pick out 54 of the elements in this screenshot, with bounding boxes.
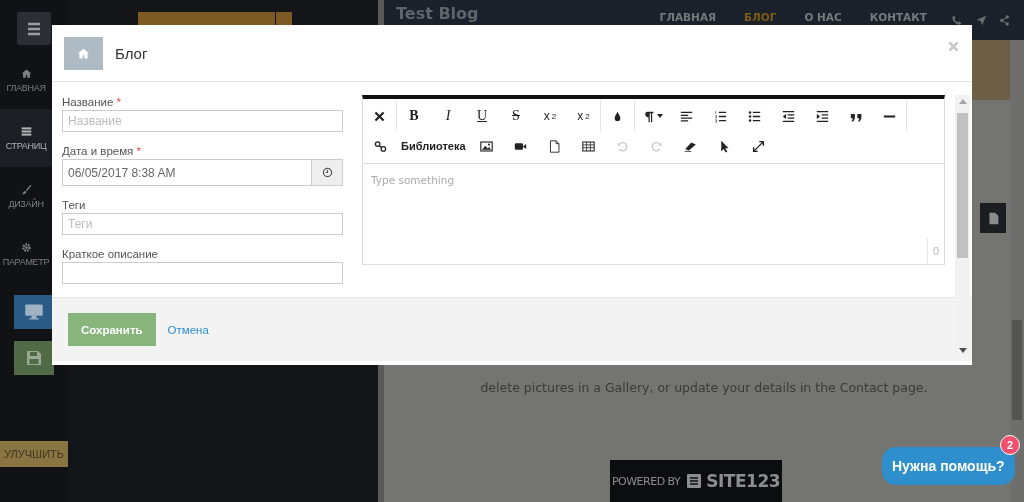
required-mark: * [136, 144, 141, 157]
home-icon [77, 46, 90, 60]
format-button[interactable]: S [499, 101, 533, 131]
sidebar-item[interactable]: СТРАНИЦ [0, 109, 52, 167]
caret-icon [656, 114, 663, 118]
input-field[interactable]: Теги [62, 213, 343, 236]
document-icon [986, 211, 1000, 225]
logo-square-icon [686, 473, 703, 489]
home-icon [20, 67, 32, 79]
powered-by-text: POWERED BY [611, 474, 681, 488]
close-icon [947, 40, 960, 53]
gear-icon [20, 241, 32, 253]
menu-button[interactable] [17, 12, 51, 45]
modal-title: Блог [115, 44, 148, 62]
input-field[interactable]: Название [62, 110, 343, 132]
sidebar-item[interactable]: ПАРАМЕТР [0, 225, 52, 283]
body-text: delete pictures in a Gallery, or update your details in the Contact page. [479, 380, 929, 395]
required-mark: * [116, 96, 122, 108]
format-button[interactable]: I [431, 101, 465, 131]
character-count: 0 [927, 238, 944, 264]
nav-link[interactable]: БЛОГ [744, 11, 777, 23]
send-icon [976, 15, 987, 26]
sidebar-item[interactable]: ГЛАВНАЯ [0, 51, 52, 109]
save-site-button[interactable] [14, 341, 54, 375]
nav-link[interactable]: КОНТАКТ [869, 11, 927, 23]
field-label: Краткое описание [62, 248, 158, 261]
nav-link[interactable]: ГЛАВНАЯ [659, 11, 717, 23]
brush-icon [20, 183, 32, 195]
date-time-field[interactable]: 06/05/2017 8:38 AM [62, 159, 312, 187]
powered-by-badge[interactable]: POWERED BY SITE123 [610, 460, 782, 502]
field-label: Название [62, 96, 114, 108]
page-button[interactable] [980, 203, 1006, 233]
field-label: Дата и время [62, 144, 134, 157]
brand-logo: SITE123 [686, 471, 781, 491]
nav-link[interactable]: О НАС [804, 11, 842, 23]
field-label: Теги [62, 199, 86, 212]
monitor-icon [24, 302, 44, 322]
clock-icon [321, 167, 333, 179]
site-title: Test Blog [396, 4, 480, 23]
format-button[interactable]: B [397, 101, 431, 131]
cancel-link[interactable]: Отмена [167, 323, 209, 336]
share-icon [999, 15, 1010, 26]
editor-placeholder: Type something [371, 174, 455, 186]
library-button[interactable]: Библиотека [397, 131, 470, 161]
format-button[interactable]: x$^{2}$ [567, 101, 601, 131]
format-button[interactable]: U [465, 101, 499, 131]
sidebar-item[interactable]: ДИЗАЙН [0, 167, 52, 225]
phone-icon [951, 15, 962, 26]
upgrade-button[interactable]: УЛУЧШИТЬ [0, 441, 68, 467]
clock-button[interactable] [312, 159, 343, 187]
menu-icon [26, 20, 42, 37]
desktop-preview-button[interactable] [14, 295, 54, 329]
stack-icon [20, 125, 32, 137]
input-field[interactable] [62, 262, 343, 284]
